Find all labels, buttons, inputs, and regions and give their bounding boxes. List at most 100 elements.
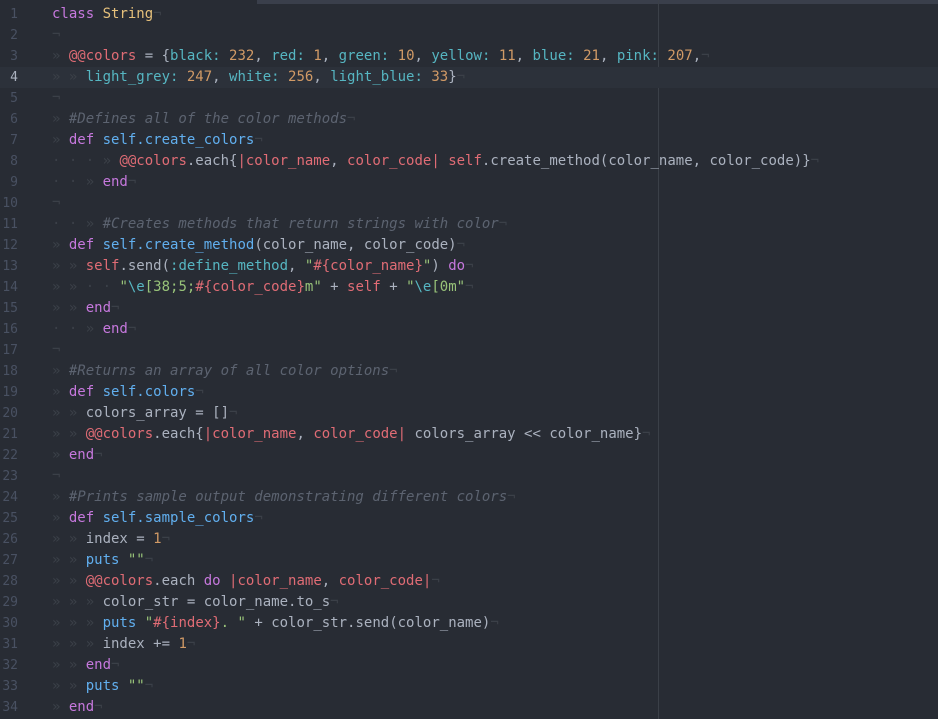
line-code: ¬ [52,88,60,109]
line-code: » def self.colors¬ [52,382,204,403]
line-number: 5 [10,91,18,106]
code-line[interactable]: 10 ¬ [0,193,938,214]
code-line[interactable]: 9 · · » end¬ [0,172,938,193]
invisible-char: ¬ [465,279,474,295]
code-token: def [68,237,95,253]
code-line[interactable]: 8 · · · » @@colors.each{|color_name, colo… [0,151,938,172]
line-number: 8 [10,154,18,169]
code-line[interactable]: 22 » end¬ [0,445,938,466]
invisible-char: · · » [52,216,103,232]
code-line[interactable]: 5 ¬ [0,88,938,109]
code-line[interactable]: 13 » » self.send(:define_method, "#{color… [0,256,938,277]
code-token: end [102,174,128,190]
line-code: » def self.create_method(color_name, col… [52,235,465,256]
code-token: self.create_method [102,237,255,253]
code-line[interactable]: 27 » » puts ""¬ [0,550,938,571]
line-code: » » index = 1¬ [52,529,170,550]
line-code: » end¬ [52,697,103,718]
code-line[interactable]: 7 » def self.create_colors¬ [0,130,938,151]
code-token: :define_method [170,258,289,274]
line-code: » #Returns an array of all color options… [52,361,398,382]
code-line[interactable]: 1 class String¬ [0,4,938,25]
code-line[interactable]: 20 » » colors_array = []¬ [0,403,938,424]
code-line[interactable]: 16 · · » end¬ [0,319,938,340]
line-number: 12 [2,238,18,253]
code-line[interactable]: 23 ¬ [0,466,938,487]
invisible-char: » » [52,405,86,421]
line-number: 23 [2,469,18,484]
code-token: self.colors [102,384,196,400]
code-token: \e [414,279,432,295]
code-line[interactable]: 28 » » @@colors.each do |color_name, colo… [0,571,938,592]
invisible-char: ¬ [94,699,103,715]
code-line[interactable]: 11 · · » #Creates methods that return str… [0,214,938,235]
line-number: 26 [2,532,18,547]
invisible-char: » » [52,678,86,694]
code-line[interactable]: 19 » def self.colors¬ [0,382,938,403]
code-token: color_str = color_name.to_s [102,594,331,610]
invisible-char: ¬ [490,615,499,631]
code-token: class [52,6,95,22]
line-number: 28 [2,574,18,589]
code-line[interactable]: 4 » » light_grey: 247, white: 256, light_… [0,67,938,88]
invisible-char: · · · » [52,153,120,169]
code-line[interactable]: 25 » def self.sample_colors¬ [0,508,938,529]
code-token: color_code| [347,153,440,169]
line-number: 13 [2,259,18,274]
code-line[interactable]: 24 » #Prints sample output demonstrating … [0,487,938,508]
code-line[interactable]: 12 » def self.create_method(color_name, c… [0,235,938,256]
line-code: » » @@colors.each do |color_name, color_… [52,571,440,592]
line-number: 1 [10,7,18,22]
code-line[interactable]: 2 ¬ [0,25,938,46]
line-number: 31 [2,637,18,652]
code-token: light_grey: [85,69,187,85]
code-line[interactable]: 21 » » @@colors.each{|color_name, color_c… [0,424,938,445]
code-token: , [212,69,230,85]
code-line[interactable]: 15 » » end¬ [0,298,938,319]
code-line[interactable]: 26 » » index = 1¬ [0,529,938,550]
code-token: #{color_code} [195,279,305,295]
code-line[interactable]: 29 » » » color_str = color_name.to_s¬ [0,592,938,613]
code-token: #Creates methods that return strings wit… [102,216,499,232]
code-token: .each{ [186,153,238,169]
code-line[interactable]: 32 » » end¬ [0,655,938,676]
invisible-char: » [52,111,69,127]
code-line[interactable]: 17 ¬ [0,340,938,361]
line-code: » » » index += 1¬ [52,634,195,655]
code-line[interactable]: 6 » #Defines all of the color methods¬ [0,109,938,130]
invisible-char: · · » [52,174,103,190]
line-number: 10 [2,196,18,211]
invisible-char: ¬ [144,552,154,568]
code-token: #Returns an array of all color options [68,363,390,379]
code-line[interactable]: 30 » » » puts "#{index}. " + color_str.se… [0,613,938,634]
invisible-char: ¬ [127,321,137,337]
code-line[interactable]: 3 » @@colors = {black: 232, red: 1, green… [0,46,938,67]
code-token: |color_name [203,426,297,442]
line-code: ¬ [52,340,60,361]
code-line[interactable]: 31 » » » index += 1¬ [0,634,938,655]
code-token: puts [85,552,120,568]
invisible-char: ¬ [52,90,61,106]
invisible-char: ¬ [810,153,820,169]
code-editor[interactable]: 1 class String¬ 2 ¬ 3» @@colors = {black: 23… [0,4,938,718]
line-number: 2 [10,28,18,43]
code-token: "" [127,552,145,568]
code-token: "" [127,678,145,694]
code-token: self.sample_colors [102,510,255,526]
code-line[interactable]: 14» » · · "\e[38;5;#{color_code}m" + sel… [0,277,938,298]
code-line[interactable]: 34 » end¬ [0,697,938,718]
line-number: 24 [2,490,18,505]
code-token: , [313,69,331,85]
code-line[interactable]: 18 » #Returns an array of all color optio… [0,361,938,382]
invisible-char: ¬ [161,531,171,547]
line-number: 9 [10,175,18,190]
code-token: [0m" [431,279,466,295]
invisible-char: » » [52,657,86,673]
code-token: 1 [178,636,187,652]
code-token: end [85,300,112,316]
code-token: = { [136,48,171,64]
code-line[interactable]: 33 » » puts ""¬ [0,676,938,697]
